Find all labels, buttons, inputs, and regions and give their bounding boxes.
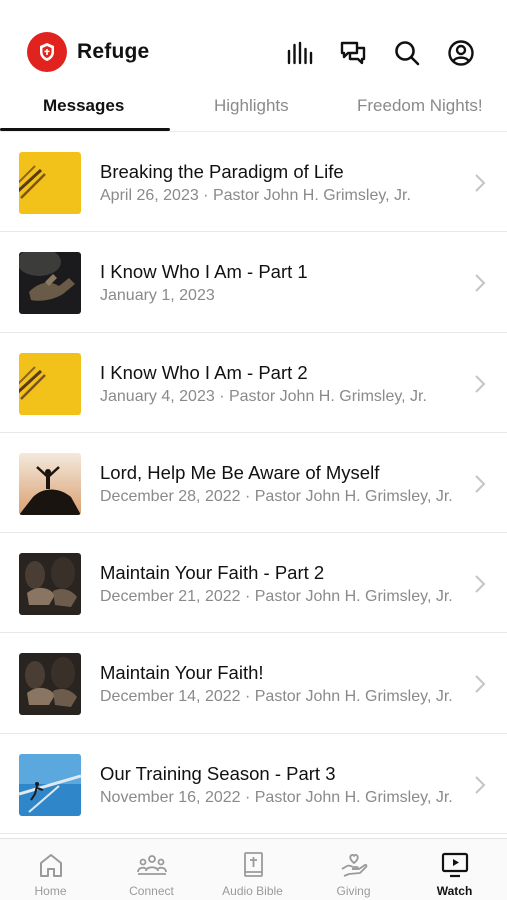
message-row[interactable]: Maintain Your Faith! December 14, 2022 ·… bbox=[0, 633, 507, 734]
tabbar-watch[interactable]: Watch bbox=[404, 839, 505, 900]
message-subtitle: December 14, 2022 · Pastor John H. Grims… bbox=[100, 688, 453, 706]
tabbar-label: Giving bbox=[336, 884, 371, 898]
message-title: Breaking the Paradigm of Life bbox=[100, 161, 344, 182]
message-subtitle: November 16, 2022 · Pastor John H. Grims… bbox=[100, 788, 453, 806]
church-logo-icon[interactable] bbox=[27, 32, 67, 72]
message-thumbnail bbox=[19, 252, 81, 315]
messages-list: Breaking the Paradigm of Life April 26, … bbox=[0, 132, 507, 835]
message-row[interactable]: Our Training Season - Part 3 November 16… bbox=[0, 734, 507, 835]
message-title: Maintain Your Faith! bbox=[100, 662, 264, 684]
tabbar-audio-bible[interactable]: Audio Bible bbox=[202, 839, 303, 900]
message-row[interactable]: Maintain Your Faith - Part 2 December 21… bbox=[0, 533, 507, 634]
tabbar-home[interactable]: Home bbox=[0, 839, 101, 900]
chevron-right-icon bbox=[473, 172, 487, 194]
giving-hand-icon bbox=[339, 851, 369, 879]
message-subtitle: December 21, 2022 · Pastor John H. Grims… bbox=[100, 588, 453, 606]
search-icon[interactable] bbox=[392, 38, 422, 68]
tabbar-label: Home bbox=[34, 884, 67, 898]
message-row[interactable]: Lord, Help Me Be Aware of Myself Decembe… bbox=[0, 433, 507, 534]
bible-icon bbox=[238, 851, 268, 879]
tab-highlights[interactable]: Highlights bbox=[214, 96, 289, 116]
message-title: Maintain Your Faith - Part 2 bbox=[100, 562, 325, 584]
tabbar-label: Watch bbox=[436, 884, 473, 898]
message-thumbnail bbox=[19, 352, 81, 415]
audio-bars-icon[interactable] bbox=[284, 38, 314, 68]
message-thumbnail bbox=[19, 553, 81, 616]
message-thumbnail bbox=[19, 452, 81, 515]
message-subtitle: April 26, 2023 · Pastor John H. Grimsley… bbox=[100, 187, 411, 204]
message-thumbnail bbox=[19, 653, 81, 716]
message-row[interactable]: I Know Who I Am - Part 1 January 1, 2023 bbox=[0, 232, 507, 333]
chevron-right-icon bbox=[473, 373, 487, 395]
chevron-right-icon bbox=[473, 272, 487, 294]
app-title: Refuge bbox=[77, 40, 150, 63]
message-row[interactable]: I Know Who I Am - Part 2 January 4, 2023… bbox=[0, 333, 507, 433]
message-title: Our Training Season - Part 3 bbox=[100, 762, 336, 784]
tab-messages[interactable]: Messages bbox=[43, 96, 124, 116]
chevron-right-icon bbox=[473, 573, 487, 595]
chevron-right-icon bbox=[473, 673, 487, 695]
tabbar-label: Connect bbox=[129, 884, 174, 898]
message-title: I Know Who I Am - Part 1 bbox=[100, 261, 308, 283]
chevron-right-icon bbox=[473, 473, 487, 495]
message-row[interactable]: Breaking the Paradigm of Life April 26, … bbox=[0, 132, 507, 233]
group-icon bbox=[137, 851, 167, 879]
content-tabs: Messages Highlights Freedom Nights! bbox=[0, 88, 507, 132]
message-subtitle: January 4, 2023 · Pastor John H. Grimsle… bbox=[100, 387, 427, 405]
message-thumbnail bbox=[19, 152, 81, 214]
message-subtitle: December 28, 2022 · Pastor John H. Grims… bbox=[100, 487, 453, 505]
message-subtitle: January 1, 2023 bbox=[100, 287, 215, 305]
tabbar-giving[interactable]: Giving bbox=[303, 839, 404, 900]
home-icon bbox=[36, 851, 66, 879]
tv-play-icon bbox=[440, 851, 470, 879]
message-title: I Know Who I Am - Part 2 bbox=[100, 361, 308, 383]
tab-freedom-nights[interactable]: Freedom Nights! bbox=[357, 96, 483, 116]
tabbar-label: Audio Bible bbox=[222, 884, 283, 898]
message-thumbnail bbox=[19, 753, 81, 816]
app-header: Refuge bbox=[0, 0, 507, 88]
chevron-right-icon bbox=[473, 774, 487, 796]
bottom-tab-bar: Home Connect Audio Bible Giving Watch bbox=[0, 838, 507, 900]
message-title: Lord, Help Me Be Aware of Myself bbox=[100, 461, 380, 483]
tabbar-connect[interactable]: Connect bbox=[101, 839, 202, 900]
chat-icon[interactable] bbox=[338, 38, 368, 68]
profile-icon[interactable] bbox=[446, 38, 476, 68]
